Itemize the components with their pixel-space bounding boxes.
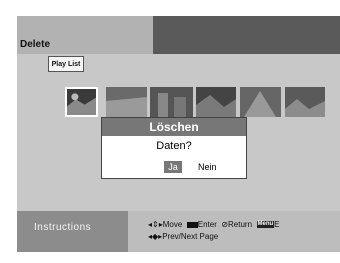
move-label: Move <box>162 220 183 229</box>
thumbnail-1[interactable] <box>65 87 98 117</box>
thumbnail-4[interactable] <box>196 87 236 117</box>
enter-label: Enter <box>197 220 217 229</box>
instructions-label: Instructions <box>34 222 92 233</box>
page-title: Delete <box>20 39 51 50</box>
dialog-message: Daten? <box>156 140 192 152</box>
move-arrows-icon: ◂⇕▸ <box>148 220 163 229</box>
menu-label: E <box>274 220 280 229</box>
photo-thumbnail-2 <box>106 87 147 117</box>
photo-thumbnail-3 <box>150 87 193 117</box>
menu-key-icon: Menu <box>256 221 275 229</box>
photo-thumbnail-1 <box>67 89 96 115</box>
photo-thumbnail-4 <box>196 87 236 117</box>
yes-button[interactable]: Ja <box>164 161 182 173</box>
prev-next-arrows-icon: ◂◆▸ <box>148 232 163 241</box>
instructions-row-1: ◂⇕▸Move Enter ⊘Return MenuE <box>148 220 280 229</box>
thumbnail-5[interactable] <box>240 87 281 117</box>
return-label: Return <box>228 220 253 229</box>
thumbnail-3[interactable] <box>150 87 193 117</box>
instructions-left: Instructions <box>17 211 128 252</box>
thumbnail-2[interactable] <box>106 87 147 117</box>
delete-confirm-dialog: Löschen Daten? Ja Nein <box>101 117 247 179</box>
instructions-row-2: ◂◆▸Prev/Next Page <box>148 232 218 241</box>
prev-next-label: Prev/Next Page <box>162 232 219 241</box>
photo-thumbnail-6 <box>285 87 325 117</box>
title-bar: Delete <box>17 16 340 54</box>
dialog-title: Löschen <box>102 118 246 138</box>
photo-thumbnail-5 <box>240 87 281 117</box>
tab-play-list[interactable]: Play List <box>48 56 84 72</box>
thumbnail-6[interactable] <box>285 87 325 117</box>
enter-icon <box>186 221 198 228</box>
no-button[interactable]: Nein <box>198 161 217 173</box>
